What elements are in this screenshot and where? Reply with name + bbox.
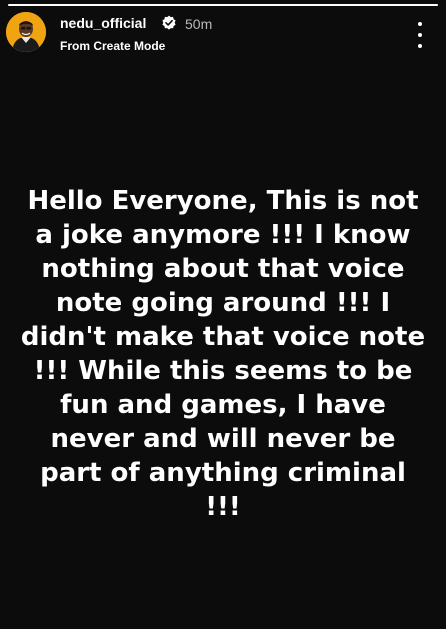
more-options-button[interactable]	[412, 22, 428, 48]
more-vertical-icon-dot	[418, 44, 422, 48]
story-progress-fill	[8, 4, 438, 6]
username[interactable]: nedu_official	[60, 15, 146, 31]
create-mode-label[interactable]: From Create Mode	[60, 39, 165, 53]
story-progress-bar	[8, 4, 438, 6]
story-timestamp: 50m	[185, 16, 213, 32]
avatar[interactable]	[6, 12, 46, 52]
more-vertical-icon	[418, 22, 422, 26]
story-header: nedu_official 50m From Create Mode	[6, 12, 436, 56]
verified-badge-icon	[162, 15, 176, 30]
more-vertical-icon-dot	[418, 33, 422, 37]
story-view: nedu_official 50m From Create Mode Hello…	[0, 0, 446, 629]
avatar-portrait-icon	[6, 12, 46, 52]
story-text: Hello Everyone, This is not a joke anymo…	[20, 186, 426, 522]
